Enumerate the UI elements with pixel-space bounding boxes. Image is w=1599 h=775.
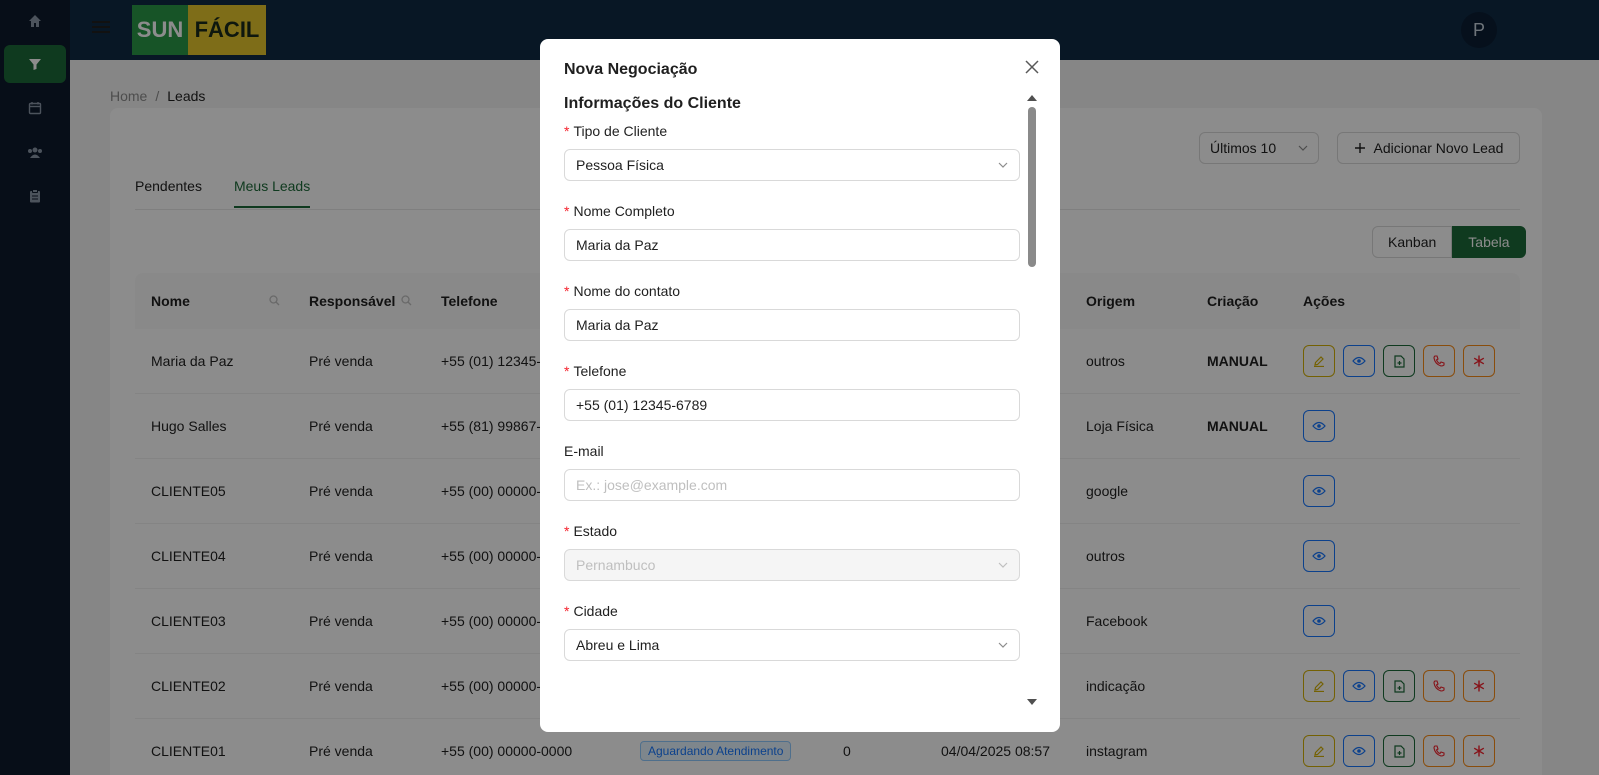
phone-input[interactable]: +55 (01) 12345-6789 — [564, 389, 1020, 421]
client-type-select[interactable]: Pessoa Física — [564, 149, 1020, 181]
full-name-input[interactable]: Maria da Paz — [564, 229, 1020, 261]
field-contact-name: * Nome do contato Maria da Paz — [564, 283, 1040, 341]
field-client-type: * Tipo de Cliente Pessoa Física — [564, 123, 1040, 181]
contact-name-label: * Nome do contato — [564, 283, 681, 299]
chevron-down-icon — [998, 562, 1008, 568]
email-label: E-mail — [564, 443, 604, 459]
close-button[interactable] — [1020, 55, 1044, 79]
modal-scrollbar[interactable] — [1027, 95, 1037, 705]
close-icon — [1025, 60, 1039, 74]
client-type-value: Pessoa Física — [576, 157, 664, 173]
full-name-label: * Nome Completo — [564, 203, 675, 219]
email-input[interactable]: Ex.: jose@example.com — [564, 469, 1020, 501]
modal-title: Nova Negociação — [564, 61, 698, 78]
client-type-label: * Tipo de Cliente — [564, 123, 668, 139]
section-title: Informações do Cliente — [564, 95, 741, 112]
contact-name-input[interactable]: Maria da Paz — [564, 309, 1020, 341]
city-select[interactable]: Abreu e Lima — [564, 629, 1020, 661]
field-full-name: * Nome Completo Maria da Paz — [564, 203, 1040, 261]
phone-label: * Telefone — [564, 363, 627, 379]
state-select: Pernambuco — [564, 549, 1020, 581]
scrollbar-thumb[interactable] — [1028, 107, 1036, 267]
chevron-down-icon — [998, 162, 1008, 168]
state-value: Pernambuco — [576, 557, 656, 573]
state-label: * Estado — [564, 523, 618, 539]
city-value: Abreu e Lima — [576, 637, 660, 653]
new-deal-modal: Nova Negociação Informações do Cliente *… — [540, 39, 1060, 732]
field-state: * Estado Pernambuco — [564, 523, 1040, 581]
chevron-down-icon — [998, 642, 1008, 648]
city-label: * Cidade — [564, 603, 618, 619]
field-phone: * Telefone +55 (01) 12345-6789 — [564, 363, 1040, 421]
scroll-down-arrow-icon[interactable] — [1027, 699, 1037, 705]
field-email: E-mail Ex.: jose@example.com — [564, 443, 1040, 501]
field-city: * Cidade Abreu e Lima — [564, 603, 1040, 661]
scroll-up-arrow-icon[interactable] — [1027, 95, 1037, 101]
modal-body: Informações do Cliente * Tipo de Cliente … — [564, 91, 1040, 721]
